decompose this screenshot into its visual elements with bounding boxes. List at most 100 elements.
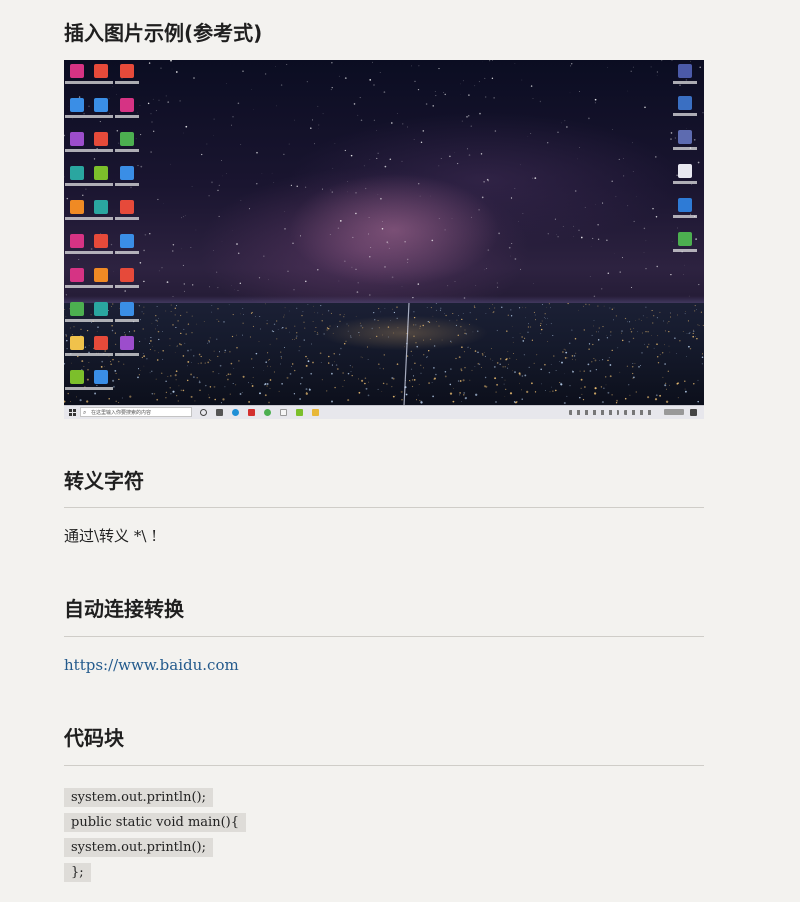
edge-icon[interactable] bbox=[232, 409, 239, 416]
desktop-shortcut-label bbox=[115, 183, 139, 186]
desktop-shortcut-label bbox=[65, 285, 89, 288]
desktop-shortcut-icon[interactable] bbox=[94, 98, 108, 112]
desktop-shortcut-label bbox=[673, 215, 697, 218]
system-tray-icons[interactable] bbox=[624, 410, 654, 415]
desktop-shortcut-label bbox=[115, 319, 139, 322]
heading-divider bbox=[64, 765, 704, 766]
desktop-shortcut-icon[interactable] bbox=[678, 164, 692, 178]
embedded-desktop-screenshot: ⌕ 在这里输入你要搜索的内容 bbox=[64, 60, 704, 419]
system-tray-icons[interactable] bbox=[569, 410, 619, 415]
search-icon: ⌕ bbox=[83, 409, 87, 416]
desktop-shortcut-label bbox=[89, 251, 113, 254]
desktop-shortcut-label bbox=[89, 149, 113, 152]
desktop-shortcut-icon[interactable] bbox=[70, 200, 84, 214]
desktop-shortcut-icon[interactable] bbox=[120, 268, 134, 282]
desktop-shortcut-label bbox=[673, 81, 697, 84]
taskbar-app-icon[interactable] bbox=[312, 409, 319, 416]
desktop-shortcut-icon[interactable] bbox=[70, 336, 84, 350]
taskbar-app-icon[interactable] bbox=[264, 409, 271, 416]
desktop-shortcut-icon[interactable] bbox=[120, 200, 134, 214]
desktop-shortcut-label bbox=[115, 217, 139, 220]
heading-divider bbox=[64, 507, 704, 508]
heading-code-block: 代码块 bbox=[64, 726, 124, 750]
night-sky-stars bbox=[64, 60, 704, 300]
desktop-shortcut-label bbox=[115, 81, 139, 84]
desktop-shortcut-icon[interactable] bbox=[678, 198, 692, 212]
desktop-shortcut-icon[interactable] bbox=[120, 234, 134, 248]
desktop-shortcut-label bbox=[673, 147, 697, 150]
desktop-shortcut-label bbox=[673, 113, 697, 116]
taskbar-app-icon[interactable] bbox=[296, 409, 303, 416]
desktop-shortcut-icon[interactable] bbox=[70, 302, 84, 316]
desktop-shortcut-icon[interactable] bbox=[94, 64, 108, 78]
code-line: system.out.println(); bbox=[64, 788, 213, 807]
desktop-shortcut-label bbox=[89, 183, 113, 186]
desktop-shortcut-label bbox=[89, 353, 113, 356]
desktop-shortcut-icon[interactable] bbox=[70, 166, 84, 180]
desktop-shortcut-icon[interactable] bbox=[120, 132, 134, 146]
desktop-shortcut-icon[interactable] bbox=[120, 166, 134, 180]
desktop-shortcut-icon[interactable] bbox=[94, 132, 108, 146]
desktop-shortcut-label bbox=[115, 115, 139, 118]
windows-start-icon[interactable] bbox=[69, 409, 76, 416]
desktop-shortcut-icon[interactable] bbox=[120, 64, 134, 78]
desktop-shortcut-icon[interactable] bbox=[94, 268, 108, 282]
code-line: }; bbox=[64, 863, 91, 882]
desktop-shortcut-label bbox=[673, 249, 697, 252]
heading-insert-image: 插入图片示例(参考式) bbox=[64, 21, 263, 45]
desktop-shortcut-icon[interactable] bbox=[94, 166, 108, 180]
desktop-shortcut-label bbox=[673, 181, 697, 184]
desktop-shortcut-label bbox=[65, 183, 89, 186]
desktop-shortcut-icon[interactable] bbox=[94, 336, 108, 350]
desktop-shortcut-icon[interactable] bbox=[678, 232, 692, 246]
heading-auto-link: 自动连接转换 bbox=[64, 597, 184, 621]
desktop-shortcut-label bbox=[65, 217, 89, 220]
code-line: public static void main(){ bbox=[64, 813, 246, 832]
desktop-shortcut-label bbox=[65, 251, 89, 254]
desktop-shortcut-label bbox=[65, 353, 89, 356]
taskbar: ⌕ 在这里输入你要搜索的内容 bbox=[64, 405, 704, 419]
desktop-shortcut-icon[interactable] bbox=[678, 130, 692, 144]
clock-area[interactable] bbox=[664, 409, 684, 415]
desktop-shortcut-label bbox=[65, 149, 89, 152]
desktop-shortcut-label bbox=[89, 387, 113, 390]
escape-text: 通过\转义 *\ ! bbox=[64, 527, 158, 545]
desktop-shortcut-icon[interactable] bbox=[70, 370, 84, 384]
desktop-shortcut-label bbox=[65, 115, 89, 118]
desktop-shortcut-icon[interactable] bbox=[70, 268, 84, 282]
section-escape: 转义字符 通过\转义 *\ ! bbox=[64, 467, 704, 547]
taskbar-app-icon[interactable] bbox=[248, 409, 255, 416]
desktop-shortcut-icon[interactable] bbox=[94, 200, 108, 214]
desktop-shortcut-label bbox=[89, 81, 113, 84]
desktop-shortcut-icon[interactable] bbox=[70, 64, 84, 78]
taskbar-search-placeholder: 在这里输入你要搜索的内容 bbox=[91, 410, 152, 416]
taskbar-app-icon[interactable] bbox=[216, 409, 223, 416]
desktop-shortcut-icon[interactable] bbox=[70, 234, 84, 248]
desktop-shortcut-label bbox=[115, 149, 139, 152]
desktop-shortcut-icon[interactable] bbox=[120, 302, 134, 316]
desktop-shortcut-icon[interactable] bbox=[120, 336, 134, 350]
desktop-shortcut-icon[interactable] bbox=[94, 234, 108, 248]
notification-icon[interactable] bbox=[690, 409, 697, 416]
desktop-shortcut-icon[interactable] bbox=[70, 98, 84, 112]
code-block: system.out.println(); public static void… bbox=[64, 786, 704, 886]
desktop-shortcut-icon[interactable] bbox=[678, 96, 692, 110]
taskbar-search-box[interactable]: ⌕ 在这里输入你要搜索的内容 bbox=[80, 407, 192, 417]
city-lights bbox=[64, 302, 704, 407]
baidu-link[interactable]: https://www.baidu.com bbox=[64, 656, 239, 674]
desktop-shortcut-icon[interactable] bbox=[678, 64, 692, 78]
city-lights-dots bbox=[64, 302, 704, 407]
desktop-shortcut-label bbox=[89, 217, 113, 220]
desktop-shortcut-icon[interactable] bbox=[120, 98, 134, 112]
desktop-shortcut-label bbox=[89, 285, 113, 288]
desktop-shortcut-label bbox=[65, 319, 89, 322]
desktop-shortcut-icon[interactable] bbox=[70, 132, 84, 146]
heading-divider bbox=[64, 636, 704, 637]
heading-escape-characters: 转义字符 bbox=[64, 469, 144, 493]
desktop-shortcut-icon[interactable] bbox=[94, 370, 108, 384]
task-view-icon[interactable] bbox=[200, 409, 207, 416]
section-autolink: 自动连接转换 https://www.baidu.com bbox=[64, 595, 704, 676]
taskbar-app-icon[interactable] bbox=[280, 409, 287, 416]
desktop-shortcut-label bbox=[89, 319, 113, 322]
desktop-shortcut-icon[interactable] bbox=[94, 302, 108, 316]
